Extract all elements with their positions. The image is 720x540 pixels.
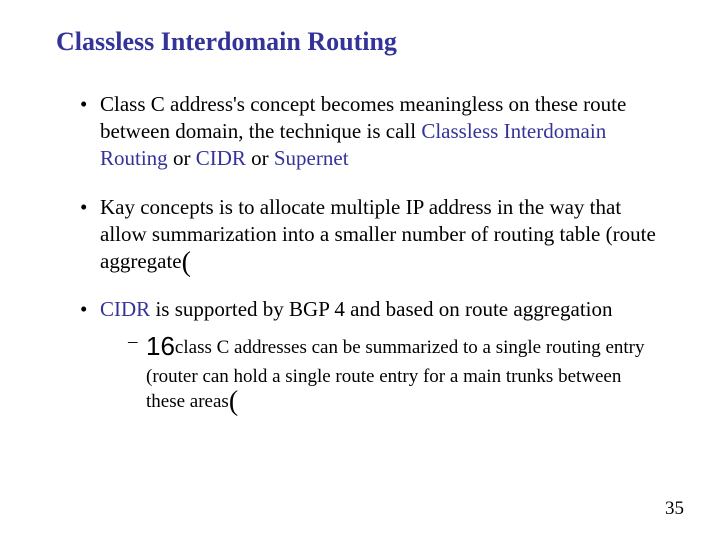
- sub-bullet-item-1: 16class C addresses can be summarized to…: [128, 329, 658, 413]
- bullet-item-3: CIDR is supported by BGP 4 and based on …: [80, 296, 658, 413]
- text: or: [168, 146, 196, 170]
- highlight-cidr: CIDR: [196, 146, 246, 170]
- text: is supported by BGP 4 and based on route…: [150, 297, 612, 321]
- text: or: [246, 146, 274, 170]
- highlight-supernet: Supernet: [274, 146, 349, 170]
- highlight-cidr: CIDR: [100, 297, 150, 321]
- slide: Classless Interdomain Routing Class C ad…: [0, 0, 720, 540]
- sub-bullet-list: 16class C addresses can be summarized to…: [100, 329, 658, 413]
- text: class C addresses can be summarized to a…: [146, 337, 645, 411]
- page-number: 35: [665, 498, 684, 520]
- big-number-16: 16: [146, 331, 175, 361]
- bullet-item-2: Kay concepts is to allocate multiple IP …: [80, 194, 658, 275]
- paren-glyph: (: [182, 247, 191, 278]
- bullet-item-1: Class C address's concept becomes meanin…: [80, 91, 658, 172]
- bullet-list: Class C address's concept becomes meanin…: [56, 91, 672, 414]
- slide-title: Classless Interdomain Routing: [56, 26, 672, 57]
- paren-glyph: (: [229, 386, 238, 417]
